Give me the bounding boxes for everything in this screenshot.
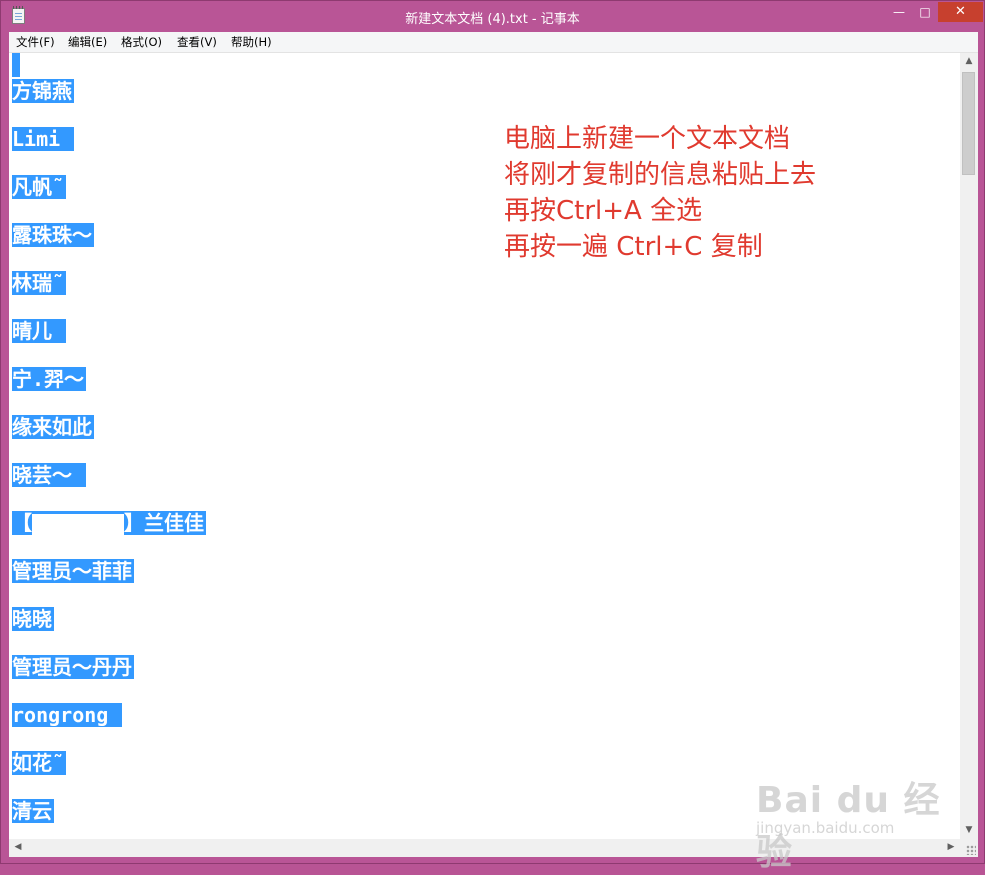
text-line: 如花˜: [12, 751, 67, 775]
text-line: 方锦燕: [12, 79, 74, 103]
scroll-right-icon[interactable]: ▶: [942, 839, 960, 856]
text-line: 管理员～菲菲: [12, 559, 134, 583]
close-button[interactable]: ✕: [938, 2, 983, 22]
text-line: 宁.羿～: [12, 367, 87, 391]
title-bar[interactable]: 新建文本文档 (4).txt - 记事本 — □ ✕: [1, 1, 984, 32]
selected-blank-line: [12, 53, 20, 77]
text-line: 晓芸～: [12, 463, 87, 487]
vertical-scrollbar[interactable]: ▲ ▼: [960, 53, 978, 839]
annotation-line: 再按Ctrl+A 全选: [504, 196, 703, 226]
menu-format[interactable]: 格式(O): [121, 34, 162, 50]
menu-bar: 文件(F) 编辑(E) 格式(O) 查看(V) 帮助(H): [9, 32, 978, 53]
menu-edit[interactable]: 编辑(E): [68, 34, 107, 50]
text-line: 晓晓: [12, 607, 54, 631]
scroll-left-icon[interactable]: ◀: [9, 839, 27, 856]
menu-file[interactable]: 文件(F): [16, 34, 55, 50]
text-line: 晴儿: [12, 319, 67, 343]
text-editor[interactable]: 方锦燕 Limi 凡帆˜ 露珠珠～ 林瑞˜ 晴儿 宁.羿～ 缘来如此 晓芸～ 【…: [9, 53, 978, 857]
instruction-annotation: 电脑上新建一个文本文档 将刚才复制的信息粘贴上去 再按Ctrl+A 全选 再按一…: [504, 121, 816, 265]
text-line: 林瑞˜: [12, 271, 67, 295]
scroll-up-icon[interactable]: ▲: [960, 53, 978, 70]
resize-corner[interactable]: [960, 839, 978, 857]
notepad-window: 新建文本文档 (4).txt - 记事本 — □ ✕ 文件(F) 编辑(E) 格…: [0, 0, 985, 873]
window-title: 新建文本文档 (4).txt - 记事本: [405, 12, 580, 27]
minimize-button[interactable]: —: [886, 2, 912, 22]
bracket-open: 【: [12, 511, 32, 535]
menu-view[interactable]: 查看(V): [177, 34, 217, 50]
text-line: 清云: [12, 799, 54, 823]
vertical-scroll-thumb[interactable]: [962, 72, 975, 175]
text-line: 管理员～丹丹: [12, 655, 134, 679]
text-line: 缘来如此: [12, 415, 94, 439]
resize-grip-icon[interactable]: [966, 845, 976, 855]
text-line: Limi: [12, 127, 75, 151]
text-line-rest: 】兰佳佳: [124, 511, 204, 535]
text-line-redacted: 【 】兰佳佳: [12, 511, 206, 536]
annotation-line: 再按一遍 Ctrl+C 复制: [504, 232, 763, 262]
text-line: rongrong: [12, 703, 123, 727]
text-line: 露珠珠～: [12, 223, 94, 247]
maximize-button[interactable]: □: [912, 2, 938, 22]
redaction-box: [32, 513, 124, 536]
horizontal-scrollbar[interactable]: ◀ ▶: [9, 839, 960, 857]
menu-help[interactable]: 帮助(H): [231, 34, 272, 50]
text-area[interactable]: 方锦燕 Limi 凡帆˜ 露珠珠～ 林瑞˜ 晴儿 宁.羿～ 缘来如此 晓芸～ 【…: [9, 53, 960, 839]
text-line: 凡帆˜: [12, 175, 67, 199]
scroll-down-icon[interactable]: ▼: [960, 822, 978, 839]
annotation-line: 电脑上新建一个文本文档: [504, 124, 791, 154]
annotation-line: 将刚才复制的信息粘贴上去: [504, 160, 817, 190]
